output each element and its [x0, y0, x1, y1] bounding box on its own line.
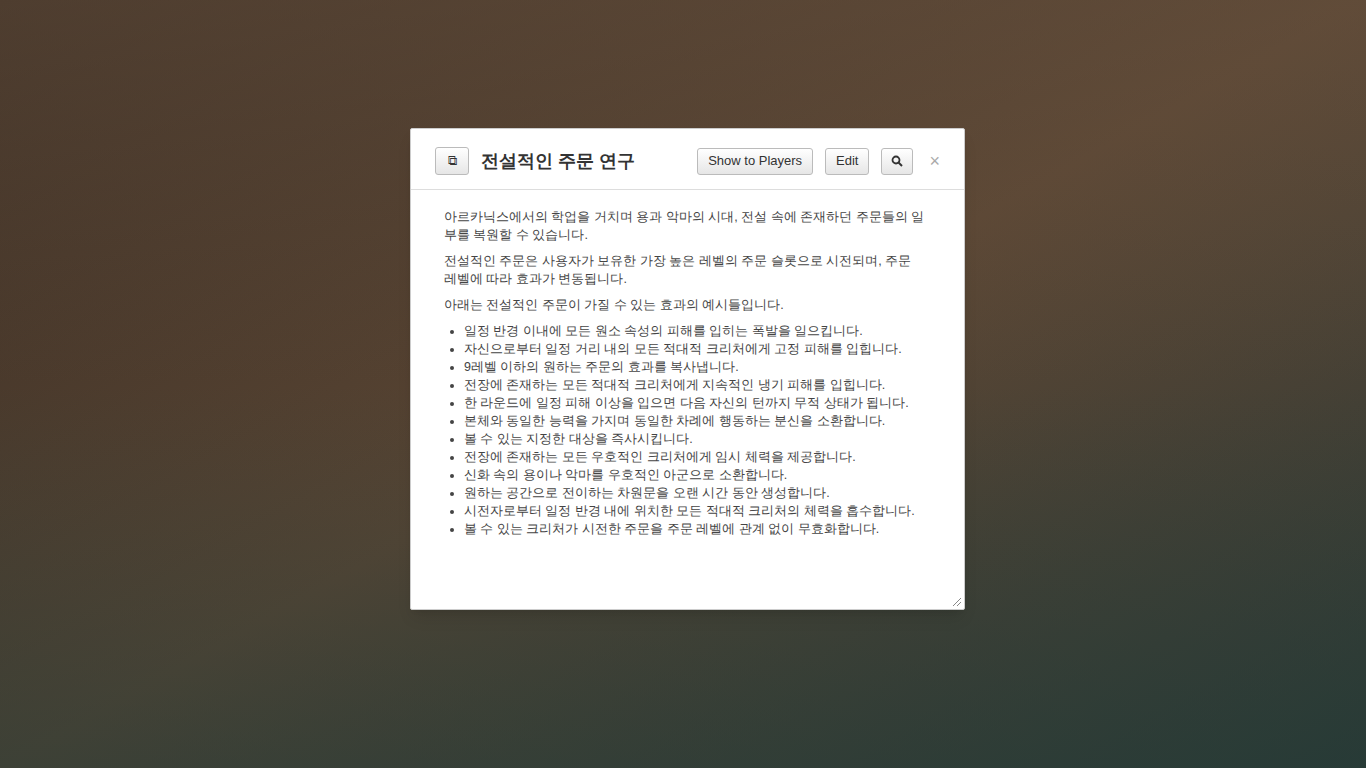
effect-item: 시전자로부터 일정 반경 내에 위치한 모든 적대적 크리처의 체력을 흡수합니… — [464, 502, 926, 520]
search-icon — [891, 155, 903, 167]
effect-item: 원하는 공간으로 전이하는 차원문을 오랜 시간 동안 생성합니다. — [464, 484, 926, 502]
copy-button[interactable]: ⧉ — [435, 147, 469, 175]
effect-item: 본체와 동일한 능력을 가지며 동일한 차례에 행동하는 분신을 소환합니다. — [464, 412, 926, 430]
search-button[interactable] — [881, 148, 913, 175]
header-button[interactable]: Edit — [825, 148, 869, 175]
effect-item: 일정 반경 이내에 모든 원소 속성의 피해를 입히는 폭발을 일으킵니다. — [464, 322, 926, 340]
header-button[interactable]: Show to Players — [697, 148, 813, 175]
handout-dialog[interactable]: ⧉ 전설적인 주문 연구 Show to Players Edit × 아르카닉스에서의 … — [410, 128, 965, 610]
dialog-header: ⧉ 전설적인 주문 연구 Show to Players Edit × — [411, 129, 964, 190]
copy-icon: ⧉ — [448, 151, 457, 171]
dialog-title: 전설적인 주문 연구 — [481, 148, 685, 175]
effect-item: 전장에 존재하는 모든 적대적 크리처에게 지속적인 냉기 피해를 입힙니다. — [464, 376, 926, 394]
effect-item: 볼 수 있는 지정한 대상을 즉사시킵니다. — [464, 430, 926, 448]
body-paragraph: 아르카닉스에서의 학업을 거치며 용과 악마의 시대, 전설 속에 존재하던 주… — [444, 208, 926, 244]
dialog-body: 아르카닉스에서의 학업을 거치며 용과 악마의 시대, 전설 속에 존재하던 주… — [411, 190, 964, 609]
effect-item: 신화 속의 용이나 악마를 우호적인 아군으로 소환합니다. — [464, 466, 926, 484]
game-screen: ⧉ 전설적인 주문 연구 Show to Players Edit × 아르카닉스에서의 … — [0, 0, 1366, 768]
body-paragraph: 아래는 전설적인 주문이 가질 수 있는 효과의 예시들입니다. — [444, 296, 926, 314]
close-button[interactable]: × — [929, 152, 940, 170]
effect-list: 일정 반경 이내에 모든 원소 속성의 피해를 입히는 폭발을 일으킵니다.자신… — [444, 322, 926, 538]
effect-item: 전장에 존재하는 모든 우호적인 크리처에게 임시 체력을 제공합니다. — [464, 448, 926, 466]
effect-item: 자신으로부터 일정 거리 내의 모든 적대적 크리처에게 고정 피해를 입힙니다… — [464, 340, 926, 358]
effect-item: 한 라운드에 일정 피해 이상을 입으면 다음 자신의 턴까지 무적 상태가 됩… — [464, 394, 926, 412]
resize-grip-icon[interactable] — [952, 597, 962, 607]
body-paragraph: 전설적인 주문은 사용자가 보유한 가장 높은 레벨의 주문 슬롯으로 시전되며… — [444, 252, 926, 288]
effect-item: 볼 수 있는 크리처가 시전한 주문을 주문 레벨에 관계 없이 무효화합니다. — [464, 520, 926, 538]
effect-item: 9레벨 이하의 원하는 주문의 효과를 복사냅니다. — [464, 358, 926, 376]
